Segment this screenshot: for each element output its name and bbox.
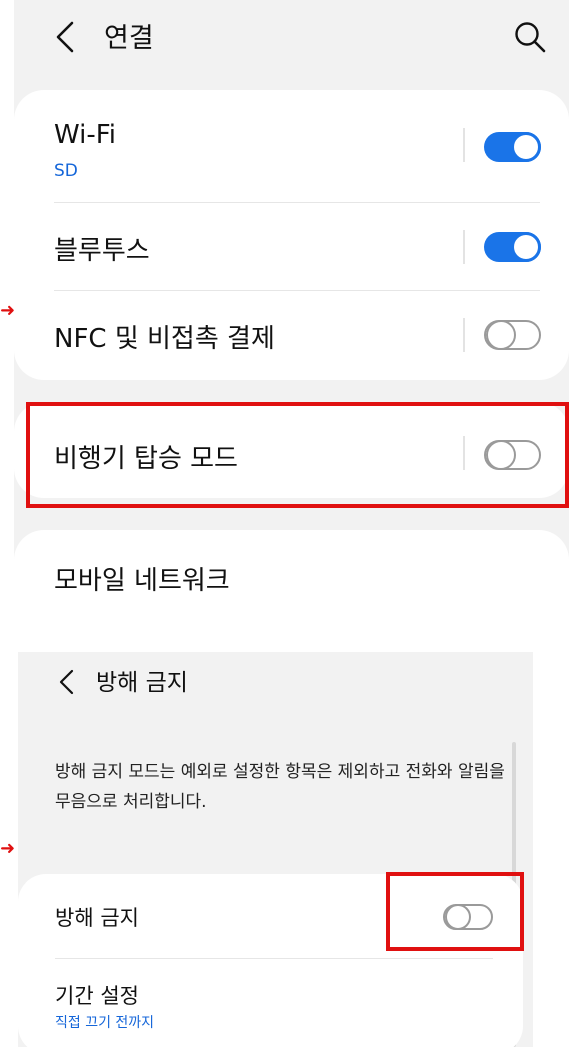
separator (463, 128, 465, 162)
connections-screen: 연결 Wi-Fi SD 블루투스 NFC 및 비접촉 결제 비행기 탑승 모드 (14, 0, 569, 612)
separator (463, 318, 465, 352)
page-title: 방해 금지 (96, 670, 188, 696)
schedule-value: 직접 끄기 전까지 (55, 1015, 155, 1031)
bluetooth-row[interactable]: 블루투스 (14, 202, 569, 290)
dnd-description: 방해 금지 모드는 예외로 설정한 항목은 제외하고 전화와 알림을 무음으로 … (55, 762, 505, 812)
chevron-left-icon[interactable] (52, 20, 80, 54)
wifi-label: Wi-Fi (54, 120, 117, 150)
nfc-label: NFC 및 비접촉 결제 (54, 324, 275, 354)
mobile-network-row[interactable]: 모바일 네트워크 (14, 530, 569, 612)
schedule-row[interactable]: 기간 설정 직접 끄기 전까지 (18, 958, 533, 1047)
nfc-row[interactable]: NFC 및 비접촉 결제 (14, 290, 569, 380)
wifi-toggle[interactable] (484, 132, 541, 162)
wifi-network-name: SD (54, 161, 78, 181)
schedule-label: 기간 설정 (55, 984, 139, 1008)
dnd-label: 방해 금지 (55, 906, 139, 930)
page-title: 연결 (104, 23, 154, 54)
highlight-box-airplane-mode (26, 402, 569, 508)
bluetooth-label: 블루투스 (54, 236, 150, 266)
separator (463, 230, 465, 264)
arrow-right-icon: ➜ (0, 300, 16, 321)
highlight-box-dnd-toggle (386, 872, 524, 951)
chevron-left-icon[interactable] (56, 668, 78, 696)
search-icon[interactable] (513, 20, 547, 54)
mobile-network-card: 모바일 네트워크 (14, 530, 569, 612)
connections-card: Wi-Fi SD 블루투스 NFC 및 비접촉 결제 (14, 90, 569, 380)
bluetooth-toggle[interactable] (484, 232, 541, 262)
connections-header: 연결 (14, 0, 569, 86)
do-not-disturb-screen: 방해 금지 방해 금지 모드는 예외로 설정한 항목은 제외하고 전화와 알림을… (18, 652, 533, 1047)
wifi-row[interactable]: Wi-Fi SD (14, 90, 569, 202)
mobile-network-label: 모바일 네트워크 (54, 566, 230, 596)
arrow-right-icon: ➜ (0, 838, 16, 859)
nfc-toggle[interactable] (484, 320, 541, 350)
